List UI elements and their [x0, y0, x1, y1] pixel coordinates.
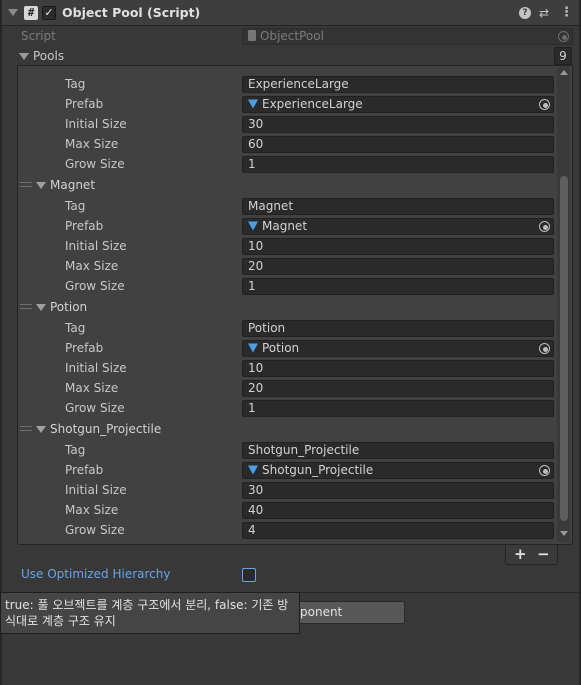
foldout-arrow-icon[interactable]: [8, 9, 18, 16]
tag-label: Tag: [65, 321, 86, 335]
max-size-label: Max Size: [65, 137, 119, 151]
scroll-down-arrow-icon[interactable]: [560, 531, 568, 536]
drag-handle-icon[interactable]: [20, 304, 32, 309]
object-picker-icon[interactable]: [539, 221, 550, 232]
prefab-label: Prefab: [65, 341, 104, 355]
prefab-label: Prefab: [65, 219, 104, 233]
initial-size-field[interactable]: 30: [242, 482, 554, 499]
prefab-icon: [248, 465, 258, 475]
script-field-value: ObjectPool: [260, 29, 324, 43]
object-picker-icon[interactable]: [539, 99, 550, 110]
max-size-label: Max Size: [65, 503, 119, 517]
grow-size-field[interactable]: 1: [242, 278, 554, 295]
prefab-value: Shotgun_Projectile: [262, 463, 374, 477]
tag-field[interactable]: Shotgun_Projectile: [242, 442, 554, 459]
initial-size-label: Initial Size: [65, 239, 127, 253]
initial-size-label: Initial Size: [65, 361, 127, 375]
grow-size-field[interactable]: 4: [242, 522, 554, 539]
tag-field[interactable]: Potion: [242, 320, 554, 337]
object-picker-icon[interactable]: [539, 343, 550, 354]
context-menu-icon[interactable]: ⋮: [560, 5, 573, 20]
max-size-field[interactable]: 20: [242, 380, 554, 397]
list-footer: [505, 544, 558, 565]
initial-size-field[interactable]: 10: [242, 360, 554, 377]
pools-size-field[interactable]: 9: [554, 47, 572, 65]
prefab-icon: [248, 99, 258, 109]
initial-size-label: Initial Size: [65, 483, 127, 497]
pools-foldout-icon[interactable]: [19, 53, 29, 60]
max-size-label: Max Size: [65, 381, 119, 395]
element-foldout-icon[interactable]: [36, 182, 46, 189]
initial-size-label: Initial Size: [65, 117, 127, 131]
scrollbar-thumb[interactable]: [560, 176, 568, 521]
prefab-field[interactable]: Shotgun_Projectile: [242, 462, 554, 479]
initial-size-field[interactable]: 30: [242, 116, 554, 133]
prefab-field[interactable]: Magnet: [242, 218, 554, 235]
script-file-icon: [248, 30, 256, 41]
tag-label: Tag: [65, 443, 86, 457]
grow-size-label: Grow Size: [65, 523, 125, 537]
component-enabled-checkbox[interactable]: ✓: [42, 6, 56, 20]
max-size-field[interactable]: 40: [242, 502, 554, 519]
element-title[interactable]: Magnet: [50, 178, 95, 192]
grow-size-label: Grow Size: [65, 157, 125, 171]
element-foldout-icon[interactable]: [36, 304, 46, 311]
prefab-icon: [248, 343, 258, 353]
grow-size-field[interactable]: 1: [242, 400, 554, 417]
prefab-value: ExperienceLarge: [262, 97, 363, 111]
grow-size-label: Grow Size: [65, 279, 125, 293]
max-size-field[interactable]: 20: [242, 258, 554, 275]
tag-field[interactable]: ExperienceLarge: [242, 76, 554, 93]
element-title[interactable]: Shotgun_Projectile: [50, 422, 161, 436]
tooltip: true: 풀 오브젝트를 계층 구조에서 분리, false: 기존 방식대로…: [0, 592, 300, 634]
grow-size-label: Grow Size: [65, 401, 125, 415]
drag-handle-icon[interactable]: [20, 426, 32, 431]
script-picker-icon: [558, 31, 569, 42]
script-icon: #: [24, 6, 38, 20]
prefab-value: Potion: [262, 341, 300, 355]
tag-label: Tag: [65, 77, 86, 91]
script-field[interactable]: ObjectPool: [242, 28, 573, 45]
remove-element-button[interactable]: −: [537, 545, 550, 563]
help-icon[interactable]: ?: [519, 7, 531, 19]
prefab-value: Magnet: [262, 219, 308, 233]
tag-label: Tag: [65, 199, 86, 213]
script-label: Script: [21, 29, 56, 43]
pools-label[interactable]: Pools: [33, 49, 64, 63]
scroll-up-arrow-icon[interactable]: [560, 70, 568, 75]
initial-size-field[interactable]: 10: [242, 238, 554, 255]
grow-size-field[interactable]: 1: [242, 156, 554, 173]
prefab-field[interactable]: Potion: [242, 340, 554, 357]
use-optimized-hierarchy-label[interactable]: Use Optimized Hierarchy: [21, 567, 170, 581]
element-title[interactable]: Potion: [50, 300, 87, 314]
prefab-icon: [248, 221, 258, 231]
object-picker-icon[interactable]: [539, 465, 550, 476]
drag-handle-icon[interactable]: [20, 182, 32, 187]
add-element-button[interactable]: +: [514, 545, 527, 563]
max-size-label: Max Size: [65, 259, 119, 273]
prefab-label: Prefab: [65, 97, 104, 111]
prefab-label: Prefab: [65, 463, 104, 477]
use-optimized-hierarchy-checkbox[interactable]: [242, 568, 256, 582]
element-foldout-icon[interactable]: [36, 426, 46, 433]
add-component-label: ponent: [300, 605, 343, 619]
component-title: Object Pool (Script): [62, 5, 201, 20]
prefab-field[interactable]: ExperienceLarge: [242, 96, 554, 113]
max-size-field[interactable]: 60: [242, 136, 554, 153]
tag-field[interactable]: Magnet: [242, 198, 554, 215]
preset-icon[interactable]: ⇄: [539, 6, 549, 20]
